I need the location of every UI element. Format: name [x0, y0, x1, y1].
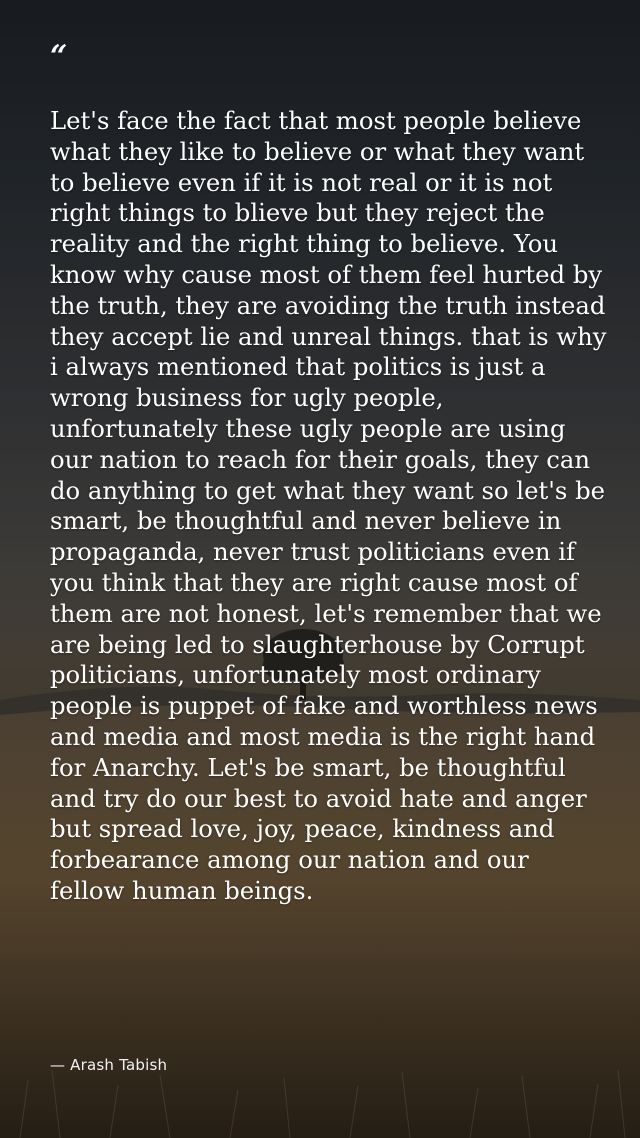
quote-author: — Arash Tabish — [50, 1056, 168, 1074]
quote-text: Let's face the fact that most people bel… — [50, 106, 607, 905]
quote-mark-icon: “ — [50, 39, 68, 74]
